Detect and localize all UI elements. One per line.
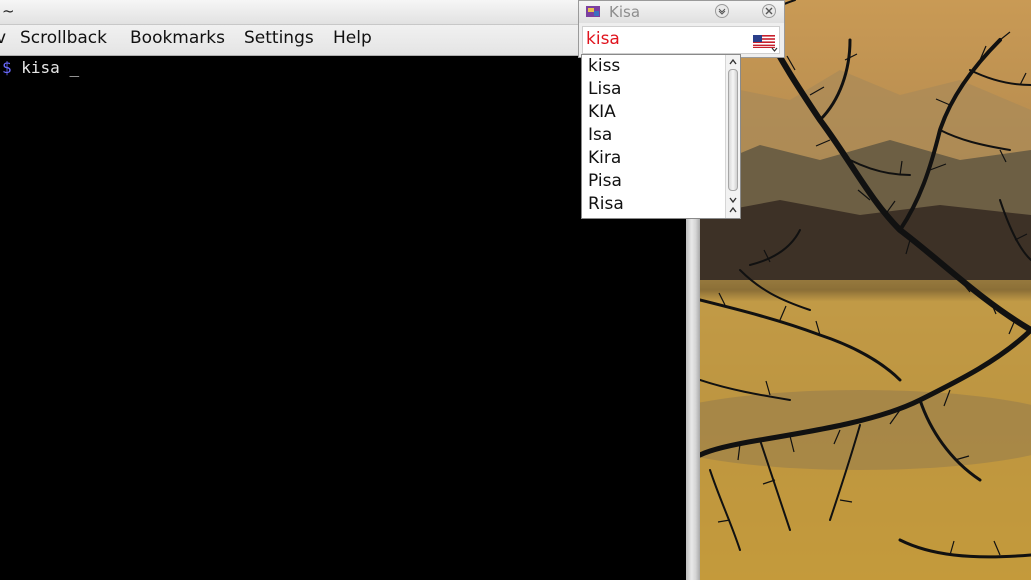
- kisa-titlebar[interactable]: Kisa: [579, 1, 784, 23]
- close-icon: [765, 7, 773, 15]
- menu-scrollback[interactable]: Scrollback: [20, 28, 107, 48]
- suggestion-item[interactable]: Risa: [582, 193, 725, 216]
- menu-settings[interactable]: Settings: [244, 28, 314, 48]
- kisa-app-icon: [586, 6, 600, 17]
- suggestion-item[interactable]: Pisa: [582, 170, 725, 193]
- close-button[interactable]: [762, 4, 776, 18]
- menu-help[interactable]: Help: [333, 28, 372, 48]
- suggestion-item[interactable]: Kira: [582, 147, 725, 170]
- suggestion-dropdown[interactable]: kiss Lisa KIA Isa Kira Pisa Risa: [581, 54, 741, 219]
- terminal-title: ~: [2, 2, 15, 20]
- minimize-button[interactable]: [715, 4, 729, 18]
- spell-check-input[interactable]: kisa: [582, 26, 780, 54]
- spell-check-input-value: kisa: [586, 29, 620, 49]
- scroll-up-icon-secondary[interactable]: [728, 205, 738, 215]
- tree-branches-graphic: [700, 0, 1031, 580]
- desktop-wallpaper: [700, 0, 1031, 580]
- suggestion-scrollbar[interactable]: [725, 55, 740, 218]
- prompt-symbol: $: [2, 58, 12, 77]
- suggestion-item[interactable]: kiss: [582, 55, 725, 78]
- scroll-up-icon[interactable]: [728, 57, 738, 67]
- suggestion-item[interactable]: Lisa: [582, 78, 725, 101]
- menu-view[interactable]: v: [0, 28, 6, 48]
- command-text: kisa _: [21, 58, 80, 77]
- suggestion-list: kiss Lisa KIA Isa Kira Pisa Risa: [582, 55, 725, 216]
- kisa-title: Kisa: [609, 3, 641, 21]
- scroll-thumb[interactable]: [728, 69, 738, 191]
- suggestion-item[interactable]: KIA: [582, 101, 725, 124]
- us-flag-icon[interactable]: [753, 33, 779, 53]
- scroll-down-icon[interactable]: [728, 195, 738, 205]
- kisa-window[interactable]: Kisa kisa: [578, 0, 785, 58]
- prompt-line: $ kisa _: [2, 58, 79, 77]
- menu-bookmarks[interactable]: Bookmarks: [130, 28, 225, 48]
- suggestion-item[interactable]: Isa: [582, 124, 725, 147]
- chevron-down-icon: [718, 8, 726, 15]
